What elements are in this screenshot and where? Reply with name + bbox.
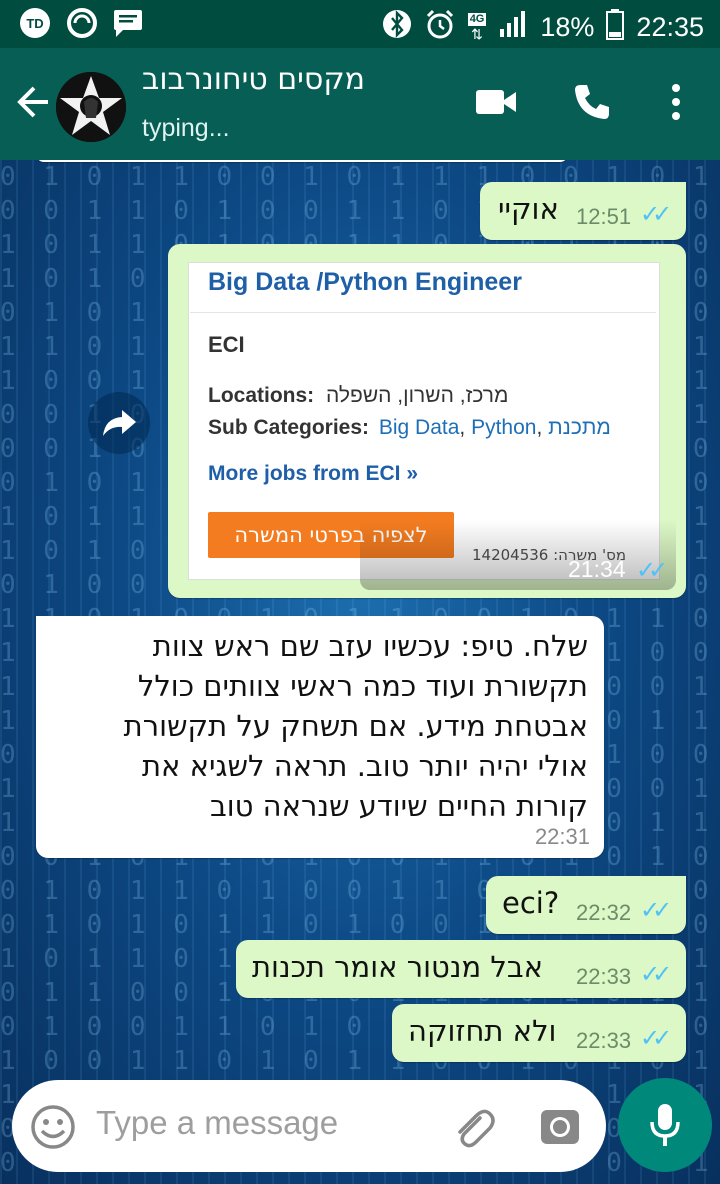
video-call-icon[interactable] [474, 82, 518, 126]
message-line: קורות החיים שיודע שנראה טוב [209, 789, 588, 823]
message-time: 12:51 [576, 204, 632, 229]
job-locations: Locations: מרכז, השרון, השפלה [208, 384, 508, 408]
emoji-icon[interactable] [30, 1104, 76, 1154]
voice-record-button[interactable] [618, 1078, 712, 1172]
message-text: ולא תחזוקה [408, 1014, 557, 1048]
job-card-divider [190, 312, 656, 313]
subcategories-label: Sub Categories: [208, 416, 370, 439]
svg-text:TD: TD [26, 16, 43, 31]
subcategory-link[interactable]: מתכנת [548, 416, 611, 439]
read-receipt-icon: ✓✓ [640, 1024, 672, 1052]
contact-avatar[interactable] [56, 72, 126, 142]
contact-status: typing... [142, 114, 230, 142]
message-text: שלח. טיפ: עכשיו עזב שם ראש צוות תקשורת ו… [48, 626, 588, 826]
status-bar: TD 4G ⇅ 18% 22:35 [0, 0, 720, 48]
message-text: אוקיי [498, 192, 559, 226]
read-receipt-icon: ✓✓ [636, 556, 668, 584]
sync-icon [66, 7, 98, 43]
message-time: 22:33 [576, 964, 632, 989]
locations-value: מרכז, השרון, השפלה [326, 384, 509, 407]
battery-icon [606, 8, 625, 47]
status-left-icons: TD [18, 6, 144, 44]
forward-icon [103, 410, 136, 436]
network-type-label: 4G [467, 13, 487, 26]
message-input[interactable]: Type a message [96, 1104, 338, 1142]
message-bubble-outgoing[interactable]: אבל מנטור אומר תכנות 22:33 ✓✓ [236, 940, 686, 998]
status-right-icons: 4G ⇅ 18% 22:35 [382, 8, 704, 47]
bluetooth-icon [382, 8, 412, 47]
message-bubble-outgoing[interactable]: eci? 22:32 ✓✓ [486, 876, 686, 934]
microphone-icon [650, 1104, 680, 1146]
job-subcategories: Sub Categories: Big Data, Python, מתכנת [208, 416, 611, 439]
signal-icon [498, 9, 528, 46]
phone-call-icon[interactable] [572, 82, 612, 126]
message-line: שלח. טיפ: עכשיו עזב שם ראש צוות [152, 629, 588, 663]
battery-percent: 18% [540, 12, 595, 42]
message-notification-icon [112, 8, 144, 42]
more-options-icon[interactable] [666, 82, 686, 126]
subcategory-link[interactable]: Big Data [379, 416, 460, 439]
clock: 22:35 [636, 12, 704, 42]
more-jobs-link[interactable]: More jobs from ECI » [208, 462, 418, 486]
previous-message-edge [36, 160, 568, 162]
message-bubble-outgoing[interactable]: אוקיי 12:51 ✓✓ [480, 182, 686, 240]
chat-header: מקסים טיחונרבוב typing... [0, 48, 720, 160]
read-receipt-icon: ✓✓ [640, 896, 672, 924]
app-badge-icon: TD [18, 6, 52, 44]
read-receipt-icon: ✓✓ [640, 200, 672, 228]
message-time: 22:32 [576, 900, 632, 925]
message-bubble-outgoing[interactable]: ולא תחזוקה 22:33 ✓✓ [392, 1004, 686, 1062]
read-receipt-icon: ✓✓ [640, 960, 672, 988]
back-arrow-icon[interactable] [14, 84, 50, 124]
attach-icon[interactable] [450, 1104, 496, 1154]
network-type-icon: 4G ⇅ [467, 13, 487, 42]
message-line: אולי יהיה יותר טוב. תראה לשגיא את [142, 749, 588, 783]
message-line: אבטחת מידע. אם תשחק על תקשורת [123, 709, 588, 743]
message-time: 22:31 [534, 824, 590, 849]
message-text: אבל מנטור אומר תכנות [252, 950, 543, 984]
contact-name[interactable]: מקסים טיחונרבוב [142, 62, 442, 97]
subcategory-link[interactable]: Python [471, 416, 536, 439]
message-bubble-incoming[interactable]: שלח. טיפ: עכשיו עזב שם ראש צוות תקשורת ו… [36, 616, 604, 858]
message-line: תקשורת ועוד כמה ראשי צוותים כולל [137, 669, 588, 703]
alarm-icon [424, 8, 456, 47]
job-title: Big Data /Python Engineer [208, 268, 522, 296]
camera-icon[interactable] [538, 1104, 582, 1152]
message-time: 21:34 [568, 556, 626, 582]
message-time: 22:33 [576, 1028, 632, 1053]
locations-label: Locations: [208, 384, 315, 407]
forward-button[interactable] [88, 392, 150, 454]
job-company: ECI [208, 332, 245, 357]
message-text: eci? [502, 886, 560, 920]
